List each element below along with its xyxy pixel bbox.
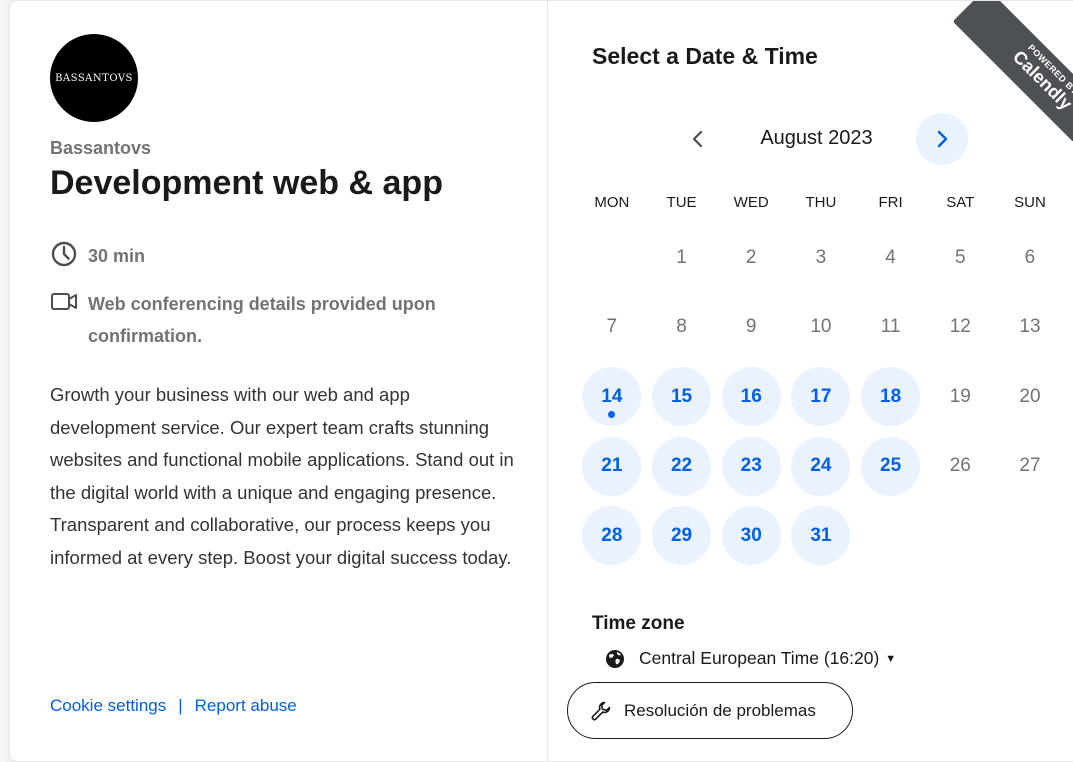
weekday-label: SAT xyxy=(946,194,975,211)
calendar-days-grid: 1 2 3 4 5 6 7 8 9 10 11 12 13 14 15 16 17 18 19 20 21 22 23 24 2… xyxy=(577,223,1067,571)
weekday-label: TUE xyxy=(666,194,697,211)
calendar-day-available[interactable]: 23 xyxy=(716,432,786,502)
calendar-day-available[interactable]: 28 xyxy=(577,501,647,571)
duration-row: 30 min xyxy=(50,240,498,272)
timezone-value: Central European Time (16:20) xyxy=(639,648,880,668)
calendar-day-available[interactable]: 30 xyxy=(716,501,786,571)
event-title: Development web & app xyxy=(50,164,443,202)
troubleshoot-label: Resolución de problemas xyxy=(624,700,816,720)
calendar-day-unavailable: 20 xyxy=(1019,385,1041,407)
calendar-day-available[interactable]: 25 xyxy=(856,432,926,502)
day-number: 24 xyxy=(791,436,851,496)
scheduling-card: BASSANTOVS Bassantovs Development web & … xyxy=(9,0,1073,762)
calendar-blank-cell xyxy=(577,223,647,293)
day-number: 15 xyxy=(652,367,712,427)
footer-separator: | xyxy=(178,696,183,715)
weekday-label: WED xyxy=(733,194,769,211)
day-number: 21 xyxy=(582,436,642,496)
clock-icon xyxy=(50,240,78,268)
calendar-day-unavailable: 5 xyxy=(954,246,966,268)
wrench-icon xyxy=(590,700,612,722)
day-number: 23 xyxy=(721,436,781,496)
duration-text: 30 min xyxy=(88,246,146,266)
day-number: 28 xyxy=(582,506,642,566)
calendar-day-available[interactable]: 17 xyxy=(786,362,856,432)
troubleshoot-button[interactable]: Resolución de problemas xyxy=(567,682,853,739)
calendar-day-unavailable: 13 xyxy=(1019,316,1041,338)
weekday-label: SUN xyxy=(1014,194,1046,211)
organizer-logo: BASSANTOVS xyxy=(50,34,138,122)
organizer-name: Bassantovs xyxy=(50,138,152,158)
calendar-day-available[interactable]: 18 xyxy=(856,362,926,432)
calendar-day-unavailable: 10 xyxy=(810,316,832,338)
powered-by-badge[interactable]: POWERED BY Calendly xyxy=(954,1,1073,141)
chevron-left-icon xyxy=(692,130,703,148)
day-number: 16 xyxy=(721,367,781,427)
calendar-day-unavailable: 9 xyxy=(745,316,757,338)
logo-text: BASSANTOVS xyxy=(55,72,133,84)
calendar-day-unavailable: 11 xyxy=(880,316,901,338)
weekday-label: FRI xyxy=(878,194,903,211)
caret-down-icon: ▼ xyxy=(885,652,897,665)
calendar-day-unavailable: 12 xyxy=(949,316,971,338)
weekday-header: MON TUE WED THU FRI SAT SUN xyxy=(577,194,1067,211)
event-description: Growth your business with our web and ap… xyxy=(50,384,514,568)
calendar-day-unavailable: 1 xyxy=(676,246,687,268)
calendar-day-unavailable: 4 xyxy=(885,246,896,268)
calendar-day-unavailable: 3 xyxy=(815,246,827,268)
calendar-day-unavailable: 27 xyxy=(1019,455,1041,477)
calendar-day-available[interactable]: 29 xyxy=(647,501,717,571)
day-number: 29 xyxy=(652,506,712,566)
calendar-day-unavailable: 7 xyxy=(606,316,618,338)
select-date-heading: Select a Date & Time xyxy=(592,43,818,69)
calendar-day-unavailable: 8 xyxy=(676,316,687,338)
calendly-ribbon: POWERED BY Calendly xyxy=(954,1,1073,141)
conferencing-text: Web conferencing details provided upon c… xyxy=(88,294,436,346)
day-number: 14 xyxy=(582,367,642,427)
globe-icon xyxy=(605,649,625,669)
previous-month-button[interactable] xyxy=(672,113,724,165)
today-indicator-dot xyxy=(608,411,616,419)
cookie-settings-link[interactable]: Cookie settings xyxy=(50,696,166,716)
weekday-label: MON xyxy=(594,194,630,211)
day-number: 30 xyxy=(721,506,781,566)
footer-links: Cookie settings | Report abuse xyxy=(50,696,297,716)
calendar-day-available[interactable]: 31 xyxy=(786,501,856,571)
chevron-right-icon xyxy=(937,130,948,148)
report-abuse-link[interactable]: Report abuse xyxy=(195,696,297,716)
video-camera-icon xyxy=(50,288,78,316)
calendar-day-available[interactable]: 15 xyxy=(647,362,717,432)
day-number: 18 xyxy=(861,367,921,427)
calendar-day-available[interactable]: 24 xyxy=(786,432,856,502)
calendar-day-available[interactable]: 22 xyxy=(647,432,717,502)
month-label: August 2023 xyxy=(760,127,873,149)
calendar-day-unavailable: 26 xyxy=(949,455,971,477)
day-number: 31 xyxy=(791,506,851,566)
conferencing-row: Web conferencing details provided upon c… xyxy=(50,288,498,352)
calendar-day-unavailable: 19 xyxy=(949,385,971,407)
calendar-day-available[interactable]: 14 xyxy=(577,362,647,432)
timezone-title: Time zone xyxy=(592,613,685,634)
weekday-label: THU xyxy=(805,194,837,211)
day-number: 25 xyxy=(861,436,921,496)
timezone-selector[interactable]: Central European Time (16:20) ▼ xyxy=(605,648,896,669)
month-navigation: August 2023 xyxy=(672,113,972,165)
calendar-day-available[interactable]: 21 xyxy=(577,432,647,502)
calendar-day-unavailable: 6 xyxy=(1024,246,1036,268)
date-time-panel: Select a Date & Time August 2023 MON TUE… xyxy=(547,1,1073,761)
day-number: 17 xyxy=(791,367,851,427)
calendar-day-available[interactable]: 16 xyxy=(716,362,786,432)
calendar-day-unavailable: 2 xyxy=(745,246,757,268)
day-number: 22 xyxy=(652,436,712,496)
event-details-panel: BASSANTOVS Bassantovs Development web & … xyxy=(10,1,548,761)
